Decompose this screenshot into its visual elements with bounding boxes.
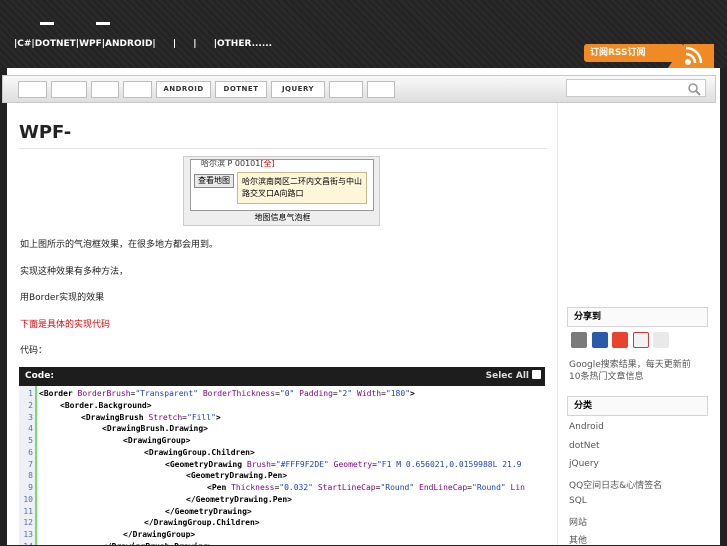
rss-icon[interactable] [666, 42, 716, 68]
line-number: 10 [23, 495, 33, 504]
search-icon[interactable] [687, 82, 701, 96]
nav-item[interactable] [123, 81, 152, 98]
code-line: <GeometryDrawing.Pen> [186, 471, 288, 480]
nav-item[interactable] [51, 81, 87, 98]
article-figure: 哈尔滨 P 00101[全] 查看地图 哈尔滨南岗区二环内文昌街与中山路交叉口A… [183, 156, 380, 226]
article-paragraph: 实现这种效果有多种方法， [20, 267, 129, 277]
select-all-button[interactable]: Selec All [486, 367, 541, 386]
line-number: 3 [28, 413, 33, 422]
select-all-label[interactable]: Selec All [486, 371, 529, 381]
code-line: </GeometryDrawing> [165, 507, 252, 516]
category-link[interactable]: 网站 [569, 515, 587, 528]
article-highlight: 下面是具体的实现代码 [20, 320, 111, 330]
code-line: <DrawingGroup.Children> [144, 448, 255, 457]
share-weibo-icon[interactable] [633, 332, 649, 348]
article-paragraph: 代码： [20, 346, 48, 356]
category-link[interactable]: QQ空间日志&心情签名 [569, 478, 662, 491]
nav-item-android[interactable]: ANDROID [156, 81, 211, 98]
site-header: |C#|DOTNET|WPF|ANDROID| | | |OTHER......… [0, 0, 727, 68]
page-edge-tab [0, 160, 3, 184]
title-divider [19, 148, 547, 149]
nav-item[interactable] [91, 81, 119, 98]
category-link[interactable]: dotNet [569, 441, 600, 451]
nav-item[interactable] [367, 81, 395, 98]
line-number: 8 [28, 471, 33, 480]
code-line: <Border.Background> [60, 401, 152, 410]
line-number: 11 [23, 507, 33, 516]
line-number: 4 [28, 424, 33, 433]
figure-top-badge: [全] [260, 159, 275, 168]
code-line: </GeometryDrawing.Pen> [186, 495, 292, 504]
category-link[interactable]: 其他 [569, 533, 587, 546]
bubble-tooltip: 哈尔滨南岗区二环内文昌街与中山路交叉口A向路口 [237, 172, 367, 204]
line-number: 6 [28, 448, 33, 457]
line-number: 2 [28, 401, 33, 410]
line-number: 1 [28, 389, 33, 398]
share-star-icon[interactable] [612, 332, 628, 348]
line-number: 9 [28, 483, 33, 492]
top-nav-link[interactable]: | [173, 39, 176, 49]
figure-caption: 地图信息气泡框 [254, 213, 311, 222]
nav-item-jquery[interactable]: JQUERY [271, 81, 325, 98]
category-link[interactable]: Android [569, 422, 604, 432]
code-line: <DrawingGroup> [123, 436, 191, 445]
figure-top-label: 哈尔滨 P 00101 [201, 159, 261, 168]
top-nav-link[interactable]: | [193, 39, 196, 49]
line-number: 13 [23, 530, 33, 539]
top-nav: |C#|DOTNET|WPF|ANDROID| | | |OTHER...... [14, 39, 286, 49]
search-input[interactable] [566, 79, 706, 97]
share-widget-title: 分享到 [567, 307, 708, 327]
nav-item[interactable] [18, 81, 47, 98]
code-header-label: Code: [25, 371, 54, 381]
share-user-icon[interactable] [653, 332, 669, 348]
code-line: <Border BorderBrush="Transparent" Border… [39, 389, 415, 398]
code-line: <Pen Thickness="0.032" StartLineCap="Rou… [207, 483, 525, 492]
nav-item[interactable] [329, 81, 363, 98]
logo-mark [40, 22, 54, 25]
code-header: Code: Selec All [19, 367, 545, 386]
view-map-button: 查看地图 [194, 174, 234, 188]
copy-icon[interactable] [532, 370, 541, 379]
article-paragraph: 用Border实现的效果 [20, 293, 105, 303]
code-line: <DrawingBrush Stretch="Fill"> [81, 413, 221, 422]
line-number: 12 [23, 518, 33, 527]
figure-screenshot: 哈尔滨 P 00101[全] 查看地图 哈尔滨南岗区二环内文昌街与中山路交叉口A… [190, 159, 374, 211]
sidebar-divider [557, 103, 558, 545]
category-link[interactable]: SQL [569, 496, 587, 506]
line-number: 5 [28, 436, 33, 445]
nav-item-dotnet[interactable]: DOTNET [215, 81, 267, 98]
share-print-icon[interactable] [571, 332, 587, 348]
google-note: Google搜索结果，每天更新前10条热门文章信息 [569, 360, 691, 382]
category-widget-title: 分类 [567, 396, 708, 416]
code-line: </DrawingGroup> [123, 530, 196, 539]
line-number: 7 [28, 460, 33, 469]
code-line: <GeometryDrawing Brush="#FFF9F2DE" Geome… [165, 460, 522, 469]
share-qzone-icon[interactable] [592, 332, 608, 348]
figure-top-text: 哈尔滨 P 00101[全] [201, 159, 275, 169]
code-line: </DrawingGroup.Children> [144, 518, 260, 527]
category-link[interactable]: jQuery [569, 459, 599, 469]
logo-mark [96, 22, 110, 25]
code-line: <DrawingBrush.Drawing> [102, 424, 208, 433]
top-nav-link[interactable]: |OTHER...... [214, 39, 272, 49]
article-title: WPF- [19, 122, 72, 143]
code-block: 1 2 3 4 5 6 7 8 9 10 11 12 13 14 <Border… [19, 386, 545, 545]
top-nav-link[interactable]: |C#|DOTNET|WPF|ANDROID| [14, 39, 156, 49]
article-paragraph: 如上图所示的气泡框效果，在很多地方都会用到。 [20, 240, 219, 250]
